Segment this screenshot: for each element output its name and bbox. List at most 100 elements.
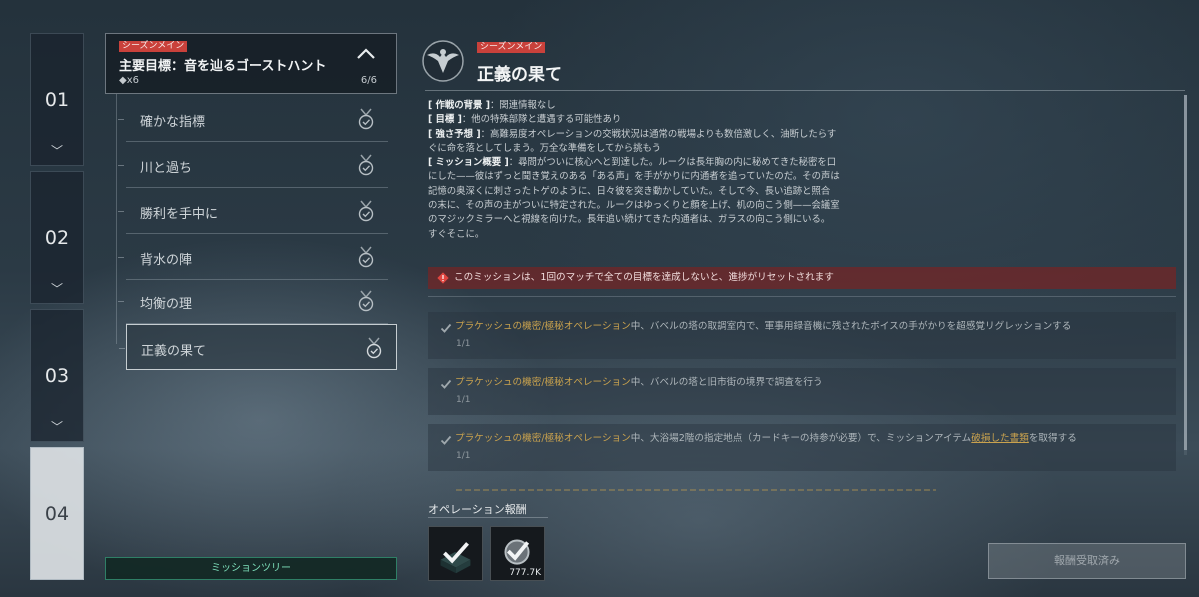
warning-diamond-icon xyxy=(437,272,449,284)
description-text: ：高難易度オペレーションの交戦状況は通常の戦場よりも数倍激しく、油断したらす xyxy=(480,128,837,140)
description-text: ：関連情報なし xyxy=(489,100,556,111)
description-line: [ 作戦の背景 ]：関連情報なし xyxy=(428,99,898,113)
description-line: [ 目標 ]：他の特殊部隊と遭遇する可能性あり xyxy=(428,113,898,127)
objective-mode: プラケッシュの機密/極秘オペレーション xyxy=(455,433,631,444)
completed-medal-icon xyxy=(358,154,374,176)
reward-item[interactable]: 777.7K xyxy=(490,526,545,581)
description-key: [ 作戦の背景 ] xyxy=(428,100,490,111)
description-text: の末に、その声の主がついに特定された。ルークはゆっくりと顔を上げ、机の向こう側—… xyxy=(428,200,840,212)
objective-description: を取得する xyxy=(1028,433,1077,444)
submission-label: 背水の陣 xyxy=(140,253,193,268)
divider xyxy=(428,296,1176,297)
reward-value: 777.7K xyxy=(509,568,541,578)
submission-label: 川と過ち xyxy=(140,161,193,176)
submission-item[interactable]: 均衡の理 xyxy=(118,278,388,324)
chapter-tab-02[interactable]: 02 ﹀ xyxy=(30,171,84,304)
tree-branch xyxy=(118,301,124,302)
objective-progress: 1/1 xyxy=(456,451,471,461)
checkmark-icon xyxy=(440,435,452,445)
submission-item[interactable]: 川と過ち xyxy=(118,142,388,188)
submission-label: 確かな指標 xyxy=(140,115,206,130)
description-text: すぐそこに。 xyxy=(428,228,485,240)
submission-item[interactable]: 確かな指標 xyxy=(118,96,388,142)
mission-tree-button[interactable]: ミッションツリー xyxy=(105,557,397,580)
description-text: ：尋問がついに核心へと到達した。ルークは長年胸の内に秘めてきた秘密を口 xyxy=(508,157,837,169)
cutoff-text-hint xyxy=(456,489,936,491)
objective-text: プラケッシュの機密/極秘オペレーション中、バベルの塔と旧市街の境界で調査を行う xyxy=(455,374,823,388)
submission-label: 正義の果て xyxy=(141,344,207,359)
eagle-emblem-icon xyxy=(422,40,464,82)
submission-item[interactable]: 勝利を手中に xyxy=(118,188,388,234)
collapse-chevron-up-icon[interactable] xyxy=(355,43,377,65)
objective-item: プラケッシュの機密/極秘オペレーション中、バベルの塔の取調室内で、軍事用録音機に… xyxy=(428,312,1176,359)
completed-medal-icon xyxy=(358,200,374,222)
description-key: [ 目標 ] xyxy=(428,114,462,126)
scrollbar-thumb[interactable] xyxy=(1184,95,1187,450)
tree-branch xyxy=(118,165,124,166)
objective-mode: プラケッシュの機密/極秘オペレーション xyxy=(455,321,631,332)
tree-branch xyxy=(118,211,124,212)
mission-progress: 6/6 xyxy=(360,75,377,86)
description-text: にした——彼はずっと聞き覚えのある「ある声」を手がかりに内通者を追っていたのだ。… xyxy=(428,171,840,183)
chapter-tab-03[interactable]: 03 ﹀ xyxy=(30,309,84,442)
completed-medal-icon xyxy=(358,246,374,268)
completed-medal-icon xyxy=(358,108,374,130)
mission-title: 主要目標：音を辿るゴーストハント xyxy=(119,59,327,74)
item-link[interactable]: 破損した書類 xyxy=(971,433,1029,444)
submission-item-selected[interactable]: 正義の果て xyxy=(119,324,397,370)
mission-description: [ 作戦の背景 ]：関連情報なし [ 目標 ]：他の特殊部隊と遭遇する可能性あり… xyxy=(428,99,898,242)
description-text: ：他の特殊部隊と遭遇する可能性あり xyxy=(461,114,622,126)
checkmark-icon xyxy=(440,379,452,389)
objective-progress: 1/1 xyxy=(456,395,471,405)
objective-item: プラケッシュの機密/極秘オペレーション中、バベルの塔と旧市街の境界で調査を行う … xyxy=(428,368,1176,415)
chapter-tab-01[interactable]: 01 ﹀ xyxy=(30,33,84,166)
description-line: ぐに命を落としてしまう。万全な準備をしてから挑もう xyxy=(428,142,898,156)
description-line: にした——彼はずっと聞き覚えのある「ある声」を手がかりに内通者を追っていたのだ。… xyxy=(428,170,898,184)
description-text: 記憶の奥深くに刺さったトゲのように、日々彼を突き動かしていた。そして今、長い追跡… xyxy=(428,185,831,197)
warning-banner: このミッションは、1回のマッチで全ての目標を達成しないと、進捗がリセットされます xyxy=(428,267,1176,289)
objective-description: 中、バベルの塔と旧市街の境界で調査を行う xyxy=(630,377,823,388)
description-line: [ 強さ予想 ]：高難易度オペレーションの交戦状況は通常の戦場よりも数倍激しく、… xyxy=(428,128,898,142)
chapter-number: 02 xyxy=(44,226,70,249)
chapter-number: 01 xyxy=(44,88,70,111)
description-line: のマジックミラーへと視線を向けた。長年追い続けてきた内通者は、ガラスの向こう側に… xyxy=(428,213,898,227)
completed-medal-icon xyxy=(358,290,374,312)
warning-text: このミッションは、1回のマッチで全ての目標を達成しないと、進捗がリセットされます xyxy=(454,272,834,283)
checkmark-icon xyxy=(440,323,452,333)
reward-item[interactable] xyxy=(428,526,483,581)
description-line: の末に、その声の主がついに特定された。ルークはゆっくりと顔を上げ、机の向こう側—… xyxy=(428,199,898,213)
chevron-down-icon: ﹀ xyxy=(50,420,64,434)
detail-title: 正義の果て xyxy=(477,65,562,85)
chapter-number: 03 xyxy=(44,364,70,387)
objective-description: 中、バベルの塔の取調室内で、軍事用録音機に残されたボイスの手がかりを超感覚リグレ… xyxy=(630,321,1072,332)
chapter-tab-04[interactable]: 04 xyxy=(30,447,84,580)
chevron-down-icon: ﹀ xyxy=(50,144,64,158)
submission-label: 勝利を手中に xyxy=(140,207,219,222)
reward-crate-icon xyxy=(440,542,471,574)
objective-text: プラケッシュの機密/極秘オペレーション中、バベルの塔の取調室内で、軍事用録音機に… xyxy=(455,318,1071,332)
mission-header[interactable]: シーズンメイン 主要目標：音を辿るゴーストハント ◆x6 6/6 xyxy=(105,33,397,94)
season-main-tag: シーズンメイン xyxy=(119,41,188,52)
divider xyxy=(428,517,548,518)
mission-reward-count: ◆x6 xyxy=(119,75,139,86)
objective-text: プラケッシュの機密/極秘オペレーション中、大浴場2階の指定地点（カードキーの持参… xyxy=(455,430,1077,444)
tree-branch xyxy=(118,257,124,258)
chevron-down-icon: ﹀ xyxy=(50,282,64,296)
tree-connector-line xyxy=(116,94,117,344)
submission-item[interactable]: 背水の陣 xyxy=(118,234,388,280)
description-line: 記憶の奥深くに刺さったトゲのように、日々彼を突き動かしていた。そして今、長い追跡… xyxy=(428,185,898,199)
description-text: のマジックミラーへと視線を向けた。長年追い続けてきた内通者は、ガラスの向こう側に… xyxy=(428,214,831,226)
objective-item-cutoff xyxy=(428,483,1176,493)
divider xyxy=(425,90,1185,91)
submission-label: 均衡の理 xyxy=(140,297,193,312)
chapter-number: 04 xyxy=(44,502,70,525)
objective-item: プラケッシュの機密/極秘オペレーション中、大浴場2階の指定地点（カードキーの持参… xyxy=(428,424,1176,471)
completed-medal-icon xyxy=(366,337,382,359)
objective-progress: 1/1 xyxy=(456,339,471,349)
tree-branch xyxy=(119,348,125,349)
reward-section-title: オペレーション報酬 xyxy=(428,503,527,516)
rewards-claimed-button[interactable]: 報酬受取済み xyxy=(988,543,1186,579)
description-text: ぐに命を落としてしまう。万全な準備をしてから挑もう xyxy=(428,142,661,154)
description-key: [ ミッション概要 ] xyxy=(428,157,509,169)
description-line: すぐそこに。 xyxy=(428,228,898,242)
